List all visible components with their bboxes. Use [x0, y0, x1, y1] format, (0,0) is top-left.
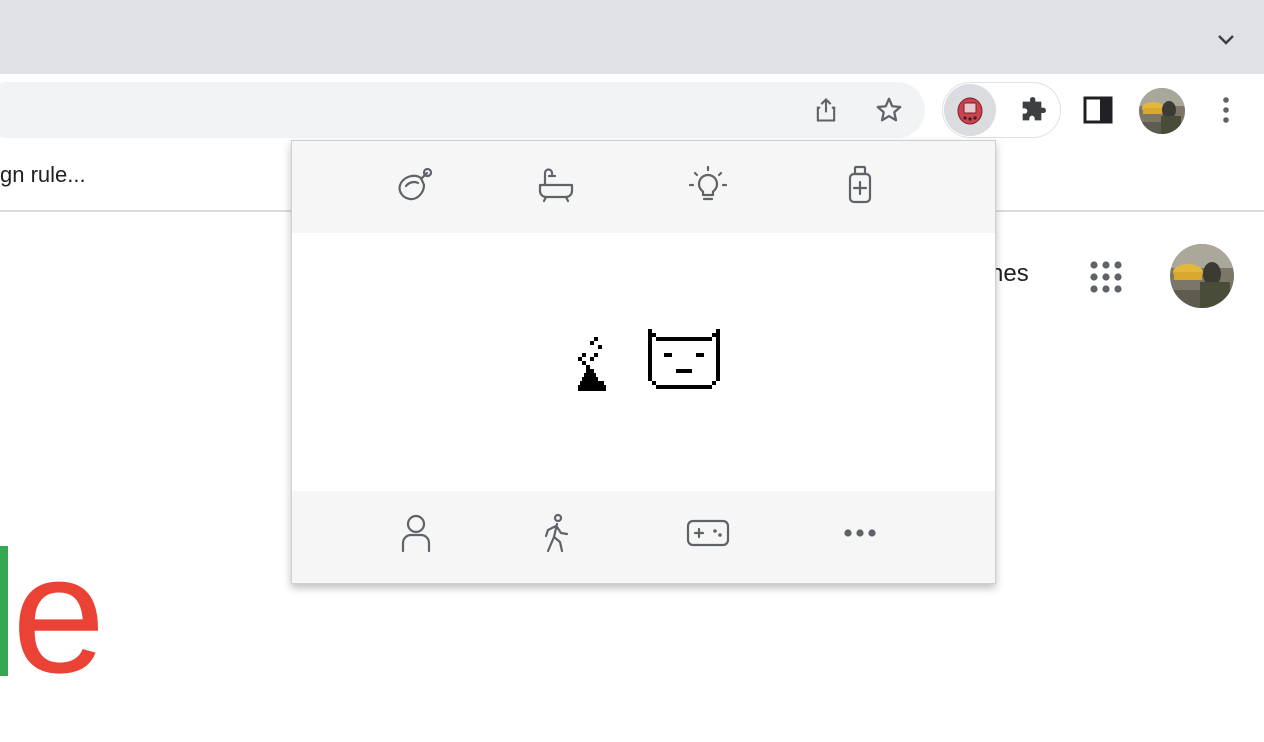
popup-bottom-toolbar [292, 491, 995, 583]
more-button[interactable] [830, 503, 890, 563]
logo-letter-e: e [12, 520, 105, 708]
apps-grid-icon [1090, 261, 1122, 293]
tab-strip [0, 0, 1264, 74]
tamagotchi-extension-icon [957, 97, 983, 125]
account-avatar[interactable] [1170, 244, 1234, 308]
google-apps-button[interactable] [1086, 257, 1126, 297]
more-horiz-icon [844, 529, 876, 537]
light-icon [688, 165, 728, 201]
more-vert-icon [1223, 97, 1229, 123]
bookmark-star-icon [876, 97, 902, 122]
chevron-down-icon [1218, 35, 1234, 45]
avatar-photo-icon [1139, 88, 1185, 134]
side-panel-button[interactable] [1078, 90, 1118, 130]
bookmark-item[interactable]: gn rule... [0, 162, 86, 188]
pet-display [292, 233, 995, 491]
extensions-puzzle-icon [1022, 97, 1046, 121]
profile-button[interactable] [386, 503, 446, 563]
bath-button[interactable] [526, 155, 586, 215]
medicine-button[interactable] [830, 155, 890, 215]
medicine-icon [848, 165, 872, 204]
extensions-group [942, 82, 1061, 138]
share-button[interactable] [806, 90, 846, 130]
bookmark-button[interactable] [868, 90, 910, 130]
share-icon [816, 98, 836, 122]
poop-sprite [578, 337, 606, 391]
tamagotchi-popup [291, 140, 996, 584]
game-button[interactable] [678, 503, 738, 563]
profile-avatar[interactable] [1139, 88, 1185, 134]
logo-letter-l-partial [0, 546, 8, 676]
walk-button[interactable] [526, 503, 586, 563]
side-panel-icon [1083, 96, 1113, 124]
extensions-button[interactable] [1012, 92, 1052, 130]
address-bar[interactable] [0, 82, 925, 138]
light-button[interactable] [678, 155, 738, 215]
cat-pet-sprite [648, 329, 720, 389]
browser-toolbar [0, 74, 1264, 146]
walk-icon [544, 513, 569, 553]
chrome-menu-button[interactable] [1206, 90, 1246, 130]
game-icon [686, 519, 730, 547]
tab-search-button[interactable] [1208, 24, 1244, 56]
tamagotchi-extension-button[interactable] [944, 84, 996, 136]
bath-icon [538, 168, 574, 203]
feed-button[interactable] [386, 155, 446, 215]
profile-icon [401, 514, 431, 553]
avatar-photo-icon [1170, 244, 1234, 308]
feed-icon [398, 167, 433, 201]
popup-top-toolbar [292, 141, 995, 233]
